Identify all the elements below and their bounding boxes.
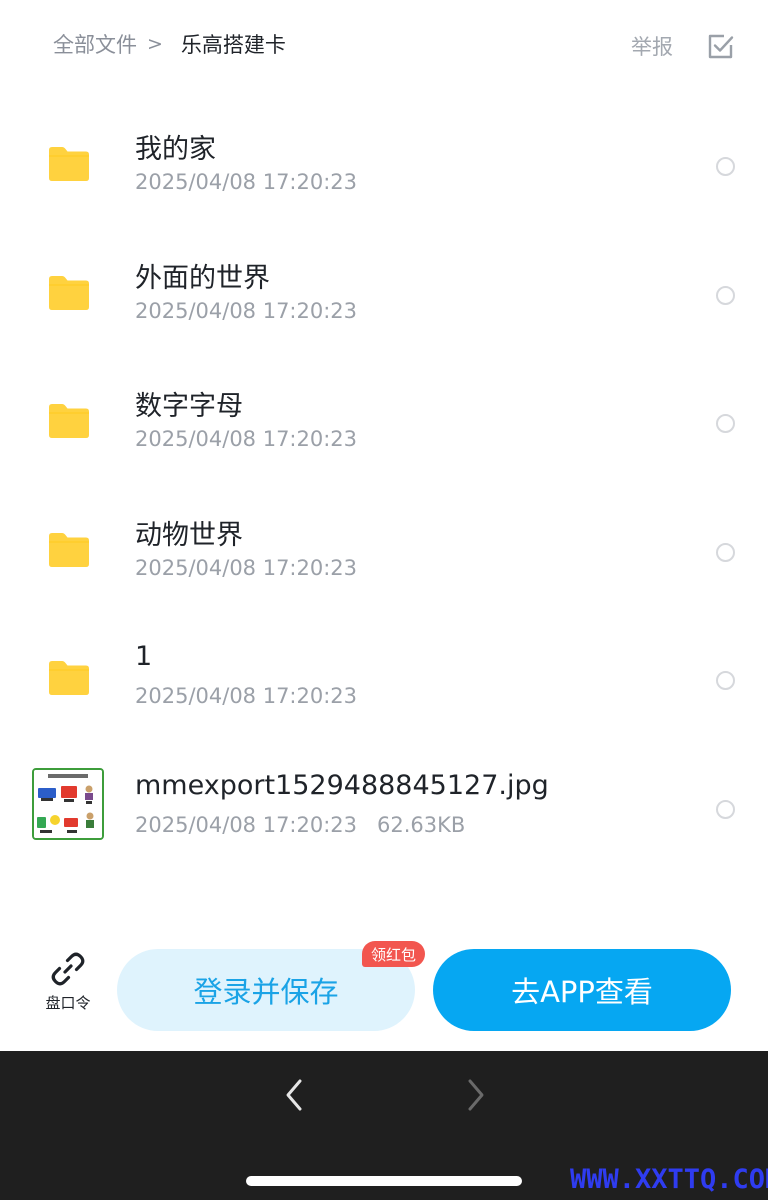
report-link[interactable]: 举报 (631, 31, 673, 61)
folder-icon (49, 275, 89, 310)
breadcrumb-current: 乐高搭建卡 (180, 33, 286, 57)
file-date: 2025/04/08 17:20:23 (135, 684, 358, 709)
chevron-right-icon[interactable] (460, 1075, 490, 1115)
select-radio[interactable] (716, 799, 735, 819)
file-row-folder[interactable]: 动物世界 2025/04/08 17:20:23 (0, 478, 768, 607)
file-name: 数字字母 (135, 391, 243, 423)
file-date: 2025/04/08 17:20:23 (135, 427, 358, 452)
file-row-image[interactable]: mmexport1529488845127.jpg 2025/04/08 17:… (0, 735, 768, 864)
watermark-text: WWW.XXTTQ.COM (570, 1164, 768, 1195)
red-packet-badge: 领红包 (362, 941, 426, 967)
file-row-folder[interactable]: 我的家 2025/04/08 17:20:23 (0, 92, 768, 221)
image-thumbnail (32, 767, 104, 840)
select-radio[interactable] (716, 671, 735, 691)
file-date: 2025/04/08 17:20:23 (135, 812, 358, 837)
folder-icon (49, 404, 89, 439)
file-date: 2025/04/08 17:20:23 (135, 555, 358, 580)
breadcrumb: 全部文件 > 乐高搭建卡 (53, 28, 286, 60)
header: 全部文件 > 乐高搭建卡 举报 (0, 0, 768, 92)
file-row-folder[interactable]: 外面的世界 2025/04/08 17:20:23 (0, 221, 768, 350)
file-name: 外面的世界 (135, 262, 270, 294)
file-list: 我的家 2025/04/08 17:20:23 外面的世界 2025/04/08… (0, 92, 768, 864)
file-meta: 2025/04/08 17:20:23 62.63KB (135, 813, 465, 837)
file-name: 动物世界 (135, 519, 243, 551)
file-name: 1 (135, 641, 153, 673)
share-code-label: 盘口令 (45, 994, 91, 1012)
home-indicator[interactable] (246, 1176, 522, 1186)
file-name: mmexport1529488845127.jpg (135, 769, 549, 801)
select-radio[interactable] (716, 157, 735, 176)
file-size: 62.63KB (377, 812, 466, 837)
select-radio[interactable] (716, 285, 735, 305)
folder-icon (49, 532, 89, 567)
file-row-folder[interactable]: 1 2025/04/08 17:20:23 (0, 606, 768, 735)
folder-icon (49, 147, 89, 181)
folder-icon (49, 661, 89, 696)
file-name: 我的家 (135, 134, 216, 165)
checkbox-icon[interactable] (707, 33, 734, 60)
breadcrumb-separator: > (147, 33, 163, 55)
chevron-left-icon[interactable] (280, 1075, 310, 1115)
image-thumbnail-graphic (34, 769, 102, 838)
select-radio[interactable] (716, 414, 735, 434)
action-bar: 盘口令 登录并保存 领红包 去APP查看 (0, 940, 768, 1050)
link-icon (51, 952, 85, 986)
browser-toolbar: WWW.XXTTQ.COM (0, 1051, 768, 1200)
breadcrumb-root[interactable]: 全部文件 (53, 29, 137, 59)
file-date: 2025/04/08 17:20:23 (135, 298, 358, 323)
open-app-button[interactable]: 去APP查看 (433, 949, 731, 1031)
share-code-button[interactable]: 盘口令 (38, 950, 98, 1030)
file-row-folder[interactable]: 数字字母 2025/04/08 17:20:23 (0, 349, 768, 478)
select-radio[interactable] (716, 542, 735, 562)
file-date: 2025/04/08 17:20:23 (135, 170, 358, 194)
